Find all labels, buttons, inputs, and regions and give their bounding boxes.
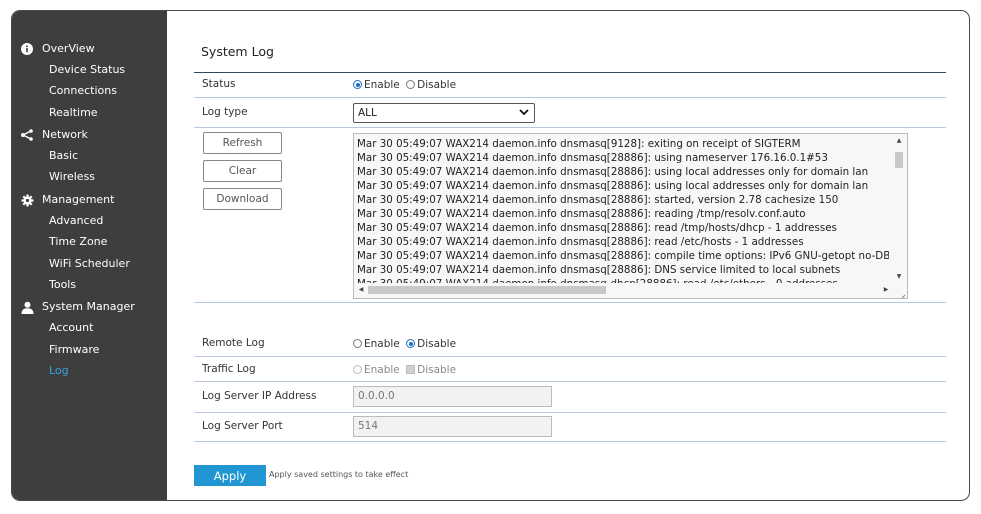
remote-log-radio-group: Enable Disable: [353, 338, 459, 350]
sidebar-item-account[interactable]: Account: [49, 321, 93, 335]
share-icon: [20, 128, 34, 142]
nav-group-label: OverView: [42, 42, 95, 55]
log-line: Mar 30 05:49:07 WAX214 daemon.info dnsma…: [357, 208, 806, 220]
log-line: Mar 30 05:49:07 WAX214 daemon.info dnsma…: [357, 264, 841, 276]
apply-button[interactable]: Apply: [194, 465, 266, 486]
sidebar: OverView Device Status Connections Realt…: [12, 11, 167, 500]
status-disable-radio[interactable]: [406, 80, 416, 89]
resize-grip-icon[interactable]: [896, 287, 906, 298]
traffic-log-enable-label: Enable: [364, 364, 400, 376]
gear-icon: [20, 193, 34, 207]
log-server-port-label: Log Server Port: [202, 420, 283, 432]
sidebar-item-basic[interactable]: Basic: [49, 149, 78, 163]
app-frame: OverView Device Status Connections Realt…: [11, 10, 970, 501]
scroll-left-icon[interactable]: ◀: [356, 284, 366, 296]
scroll-down-icon[interactable]: ▼: [893, 272, 905, 282]
info-icon: [20, 42, 34, 56]
user-icon: [20, 300, 34, 314]
status-label: Status: [202, 78, 236, 90]
log-server-ip-label: Log Server IP Address: [202, 390, 317, 402]
remote-log-enable-label: Enable: [364, 338, 400, 350]
traffic-log-disable-label: Disable: [417, 364, 457, 376]
log-line: Mar 30 05:49:07 WAX214 daemon.info dnsma…: [357, 277, 889, 283]
refresh-button[interactable]: Refresh: [203, 132, 282, 154]
row-divider: [194, 441, 946, 442]
row-divider: [194, 356, 946, 357]
sidebar-item-device-status[interactable]: Device Status: [49, 63, 125, 77]
traffic-log-enable-radio: [353, 365, 362, 374]
row-divider: [194, 127, 946, 128]
log-line: Mar 30 05:49:07 WAX214 daemon.info dnsma…: [357, 194, 839, 206]
log-line: Mar 30 05:49:07 WAX214 daemon.info dnsma…: [357, 166, 869, 178]
log-server-port-input[interactable]: 514: [353, 416, 552, 437]
log-textarea[interactable]: Mar 30 05:49:07 WAX214 daemon.info dnsma…: [353, 133, 908, 299]
title-divider: [194, 72, 946, 73]
scroll-thumb[interactable]: [895, 152, 903, 168]
row-divider: [194, 412, 946, 413]
sidebar-item-advanced[interactable]: Advanced: [49, 214, 103, 228]
remote-log-disable-radio[interactable]: [406, 339, 416, 348]
status-enable-radio[interactable]: [353, 80, 362, 89]
log-type-value: ALL: [358, 107, 377, 119]
log-type-select[interactable]: ALL: [353, 103, 535, 123]
main-content: System Log Status Enable Disable Log typ…: [167, 11, 969, 500]
status-radio-group: Enable Disable: [353, 79, 459, 91]
scroll-up-icon[interactable]: ▲: [893, 136, 905, 146]
sidebar-item-log[interactable]: Log: [49, 364, 69, 378]
horizontal-scrollbar[interactable]: ◀ ▶: [356, 284, 891, 296]
apply-note: Apply saved settings to take effect: [269, 470, 409, 479]
status-enable-label: Enable: [364, 79, 400, 91]
log-type-label: Log type: [202, 106, 248, 118]
page-title: System Log: [201, 44, 274, 59]
vertical-scrollbar[interactable]: ▲ ▼: [893, 136, 905, 282]
log-line: Mar 30 05:49:07 WAX214 daemon.info dnsma…: [357, 222, 837, 234]
nav-group-label: Management: [42, 193, 115, 206]
scroll-thumb[interactable]: [368, 286, 606, 294]
traffic-log-label: Traffic Log: [202, 363, 256, 375]
clear-button[interactable]: Clear: [203, 160, 282, 182]
log-line: Mar 30 05:49:07 WAX214 daemon.info dnsma…: [357, 250, 889, 262]
remote-log-enable-radio[interactable]: [353, 339, 362, 348]
log-server-ip-input[interactable]: 0.0.0.0: [353, 386, 552, 407]
log-line: Mar 30 05:49:07 WAX214 daemon.info dnsma…: [357, 180, 869, 192]
section-divider: [194, 302, 946, 303]
row-divider: [194, 381, 946, 382]
remote-log-disable-label: Disable: [417, 338, 457, 350]
traffic-log-radio-group: Enable Disable: [353, 364, 459, 376]
remote-log-label: Remote Log: [202, 337, 265, 349]
sidebar-item-wifi-scheduler[interactable]: WiFi Scheduler: [49, 257, 130, 271]
row-divider: [194, 97, 946, 98]
sidebar-item-realtime[interactable]: Realtime: [49, 106, 98, 120]
sidebar-item-time-zone[interactable]: Time Zone: [49, 235, 107, 249]
status-disable-label: Disable: [417, 79, 457, 91]
chevron-down-icon: [519, 106, 529, 121]
scroll-right-icon[interactable]: ▶: [881, 284, 891, 296]
log-line: Mar 30 05:49:07 WAX214 daemon.info dnsma…: [357, 138, 801, 150]
sidebar-item-tools[interactable]: Tools: [49, 278, 76, 292]
log-line: Mar 30 05:49:07 WAX214 daemon.info dnsma…: [357, 152, 828, 164]
traffic-log-disable-radio: [406, 365, 416, 374]
nav-group-label: System Manager: [42, 300, 135, 313]
log-lines: Mar 30 05:49:07 WAX214 daemon.info dnsma…: [357, 137, 889, 283]
log-line: Mar 30 05:49:07 WAX214 daemon.info dnsma…: [357, 236, 804, 248]
sidebar-item-firmware[interactable]: Firmware: [49, 343, 99, 357]
sidebar-item-wireless[interactable]: Wireless: [49, 170, 95, 184]
sidebar-item-connections[interactable]: Connections: [49, 84, 117, 98]
nav-group-label: Network: [42, 128, 88, 141]
download-button[interactable]: Download: [203, 188, 282, 210]
